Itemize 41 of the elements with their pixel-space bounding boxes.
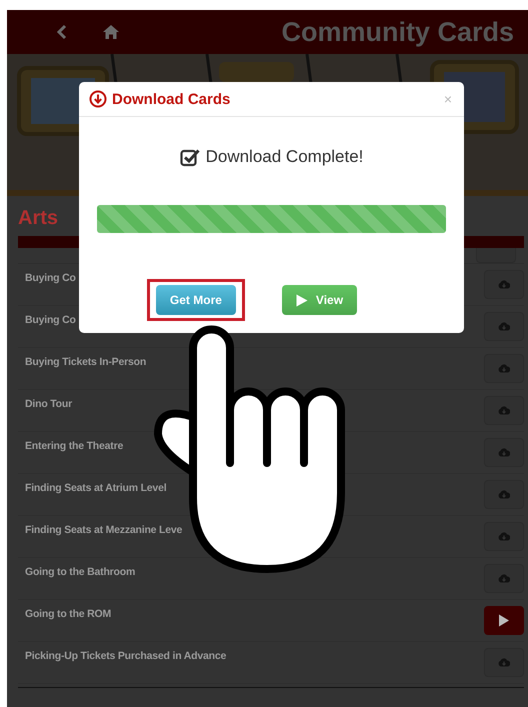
download-button[interactable]: [476, 248, 516, 263]
card-title[interactable]: Buying Tickets In-Person: [25, 356, 146, 368]
download-button[interactable]: [484, 564, 524, 593]
download-circle-icon: [89, 90, 107, 108]
card-title[interactable]: Dino Tour: [25, 398, 72, 410]
play-icon: [498, 614, 510, 627]
download-button[interactable]: [484, 438, 524, 467]
download-button[interactable]: [484, 522, 524, 551]
play-button[interactable]: [484, 606, 524, 635]
cloud-download-icon: [498, 658, 510, 667]
page-title: Community Cards: [281, 16, 514, 48]
card-title[interactable]: Buying Co: [25, 314, 76, 326]
cloud-download-icon: [498, 448, 510, 457]
download-button[interactable]: [484, 396, 524, 425]
cloud-download-icon: [498, 280, 510, 289]
get-more-button[interactable]: Get More: [156, 285, 236, 315]
download-button[interactable]: [484, 480, 524, 509]
download-button[interactable]: [484, 312, 524, 341]
cloud-download-icon: [498, 532, 510, 541]
card-title[interactable]: Buying Co: [25, 272, 76, 284]
home-icon[interactable]: [103, 25, 119, 39]
card-title[interactable]: Finding Seats at Mezzanine Leve: [25, 524, 182, 536]
card-title[interactable]: Finding Seats at Atrium Level: [25, 482, 166, 494]
status-message: Download Complete!: [206, 147, 364, 167]
card-title[interactable]: Going to the ROM: [25, 608, 112, 620]
dialog-title: Download Cards: [112, 90, 230, 108]
cloud-download-icon: [498, 574, 510, 583]
cloud-download-icon: [498, 364, 510, 373]
cloud-download-icon: [498, 406, 510, 415]
back-icon[interactable]: [57, 24, 67, 40]
card-title[interactable]: Going to the Bathroom: [25, 566, 136, 578]
cloud-download-icon: [498, 322, 510, 331]
download-button[interactable]: [484, 648, 524, 677]
play-icon: [296, 294, 308, 306]
card-title[interactable]: Picking-Up Tickets Purchased in Advance: [25, 650, 226, 662]
card-title[interactable]: Entering the Theatre: [25, 440, 124, 452]
download-button[interactable]: [484, 270, 524, 299]
download-button[interactable]: [484, 354, 524, 383]
view-button[interactable]: View: [282, 285, 358, 315]
cloud-download-icon: [498, 490, 510, 499]
section-heading: Arts: [18, 206, 58, 231]
